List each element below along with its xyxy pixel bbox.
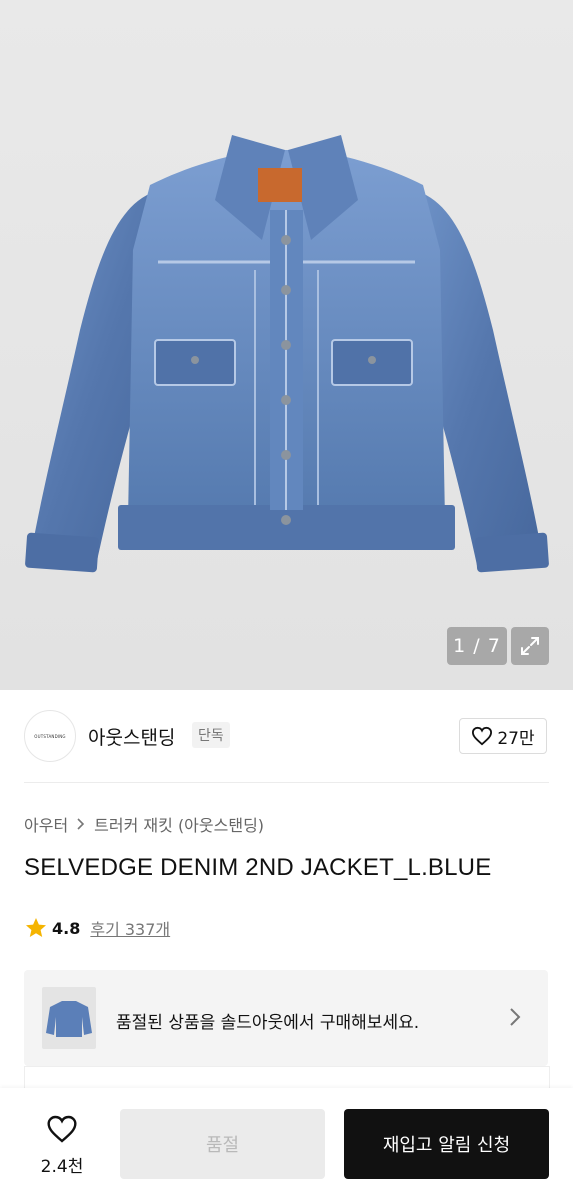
product-image-gallery[interactable]: 1 / 7 — [0, 0, 573, 690]
restock-alert-button[interactable]: 재입고 알림 신청 — [344, 1109, 549, 1179]
brand-name[interactable]: 아웃스탠딩 — [88, 723, 175, 750]
promo-thumbnail — [42, 987, 96, 1049]
divider — [24, 782, 549, 783]
wish-button[interactable]: 2.4천 — [30, 1114, 94, 1177]
brand-like-button[interactable]: 27만 — [459, 718, 547, 754]
image-counter: 1 / 7 — [447, 627, 507, 665]
rating-row: 4.8 후기 337개 — [24, 916, 170, 940]
brand-logo[interactable]: OUTSTANDING — [24, 710, 76, 762]
promo-text: 품절된 상품을 솔드아웃에서 구매해보세요. — [116, 1013, 420, 1033]
rating-value: 4.8 — [52, 918, 81, 938]
chevron-right-icon — [77, 818, 85, 830]
breadcrumb-category[interactable]: 아우터 — [24, 812, 68, 836]
expand-icon — [521, 637, 539, 655]
wish-count: 2.4천 — [40, 1157, 84, 1177]
brand-row: OUTSTANDING 아웃스탠딩 단독 27만 — [0, 690, 573, 782]
soldout-button: 품절 — [120, 1109, 325, 1179]
star-icon — [26, 918, 46, 937]
product-image — [25, 135, 549, 573]
bottom-action-bar: 2.4천 품절 재입고 알림 신청 — [0, 1088, 573, 1200]
breadcrumb-subcategory[interactable]: 트러커 재킷 (아웃스탠딩) — [94, 812, 264, 836]
brand-like-count: 27만 — [497, 728, 535, 749]
heart-outline-icon — [472, 726, 493, 746]
soldout-promo-banner[interactable]: 품절된 상품을 솔드아웃에서 구매해보세요. — [24, 970, 548, 1066]
heart-outline-icon — [47, 1115, 77, 1143]
chevron-right-icon — [510, 1008, 521, 1026]
product-title: SELVEDGE DENIM 2ND JACKET_L.BLUE — [24, 854, 492, 881]
expand-button[interactable] — [511, 627, 549, 665]
review-count-link[interactable]: 후기 337개 — [90, 916, 170, 940]
breadcrumb: 아우터 트러커 재킷 (아웃스탠딩) — [24, 812, 264, 836]
exclusive-badge: 단독 — [192, 722, 230, 748]
